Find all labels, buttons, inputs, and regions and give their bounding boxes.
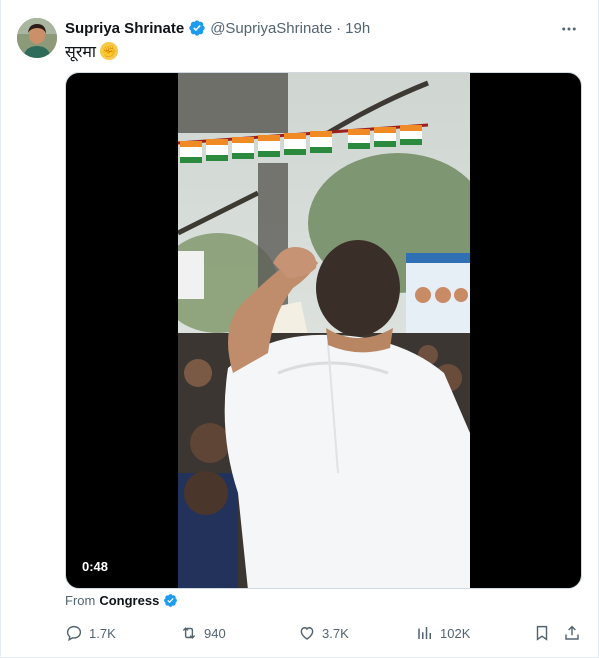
- avatar-image: [17, 18, 57, 58]
- repost-count: 940: [204, 625, 226, 641]
- reply-button[interactable]: 1.7K: [65, 620, 116, 646]
- action-bar: 1.7K 940 3.7K 102K: [65, 620, 582, 646]
- separator-dot: ·: [336, 19, 342, 37]
- video-player[interactable]: 0:48: [65, 72, 582, 589]
- source-line: From Congress: [65, 593, 178, 608]
- repost-button[interactable]: 940: [180, 620, 226, 646]
- bookmark-button[interactable]: [533, 624, 551, 642]
- like-count: 3.7K: [322, 625, 349, 641]
- video-frame[interactable]: [178, 73, 470, 588]
- source-prefix: From: [65, 593, 96, 608]
- author-name[interactable]: Supriya Shrinate: [65, 20, 184, 37]
- source-verified-icon: [164, 594, 178, 607]
- views-button[interactable]: 102K: [416, 620, 470, 646]
- video-thumbnail: [178, 73, 470, 588]
- tweet-text: सूरमा ✊: [65, 40, 119, 62]
- repost-icon: [182, 627, 196, 639]
- more-dots-icon: [562, 27, 576, 31]
- video-duration: 0:48: [77, 557, 114, 576]
- tweet-time[interactable]: 19h: [345, 20, 370, 37]
- more-options-button[interactable]: [558, 18, 580, 40]
- reply-icon: [66, 625, 82, 642]
- reply-count: 1.7K: [89, 625, 116, 641]
- tweet-text-content: सूरमा: [65, 44, 97, 61]
- share-icon: [565, 625, 579, 640]
- bookmark-icon: [536, 625, 548, 641]
- tweet-header: Supriya Shrinate @SupriyaShrinate · 19h: [65, 18, 370, 38]
- verified-badge-icon: [189, 20, 205, 36]
- avatar[interactable]: [17, 18, 57, 58]
- tweet-card: Supriya Shrinate @SupriyaShrinate · 19h …: [0, 0, 599, 658]
- views-chart-icon: [418, 627, 431, 639]
- heart-icon: [300, 627, 314, 640]
- raised-fist-icon: ✊: [100, 42, 119, 60]
- author-handle[interactable]: @SupriyaShrinate: [210, 20, 332, 37]
- views-count: 102K: [440, 625, 471, 641]
- like-button[interactable]: 3.7K: [298, 620, 349, 646]
- source-name[interactable]: Congress: [99, 593, 159, 608]
- share-button[interactable]: [563, 624, 581, 642]
